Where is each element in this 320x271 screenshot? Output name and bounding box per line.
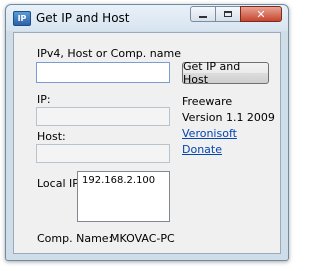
maximize-button[interactable] [215,6,240,22]
local-ip-label: Local IP: [37,177,83,190]
host-input-label: IPv4, Host or Comp. name [37,47,181,60]
app-window: IP Get IP and Host ✕ IPv4, Host or Comp.… [5,4,289,261]
ip-label: IP: [37,93,51,106]
host-input[interactable] [36,62,170,83]
local-ip-value: 192.168.2.100 [82,175,156,186]
app-icon: IP [13,11,31,26]
local-ip-textarea[interactable]: 192.168.2.100 [77,171,170,222]
minimize-button[interactable] [190,6,215,22]
minimize-icon [199,15,207,18]
get-ip-host-button[interactable]: Get IP and Host [182,60,269,86]
donate-link[interactable]: Donate [182,143,222,156]
caption-buttons: ✕ [190,6,282,23]
ip-output-field[interactable] [36,107,170,126]
veronisoft-link[interactable]: Veronisoft [182,127,237,140]
title-bar[interactable]: IP Get IP and Host ✕ [6,5,288,31]
maximize-icon [224,11,232,17]
version-text: Version 1.1 2009 [182,111,275,124]
host-label: Host: [37,130,66,143]
close-icon: ✕ [256,7,266,21]
comp-name-label: Comp. Name: [37,232,113,245]
client-area: IPv4, Host or Comp. name Get IP and Host… [13,32,281,254]
window-title: Get IP and Host [36,11,130,25]
close-button[interactable]: ✕ [240,6,282,22]
comp-name-value: MKOVAC-PC [110,232,175,245]
license-text: Freeware [182,95,233,108]
host-output-field[interactable] [36,144,170,163]
